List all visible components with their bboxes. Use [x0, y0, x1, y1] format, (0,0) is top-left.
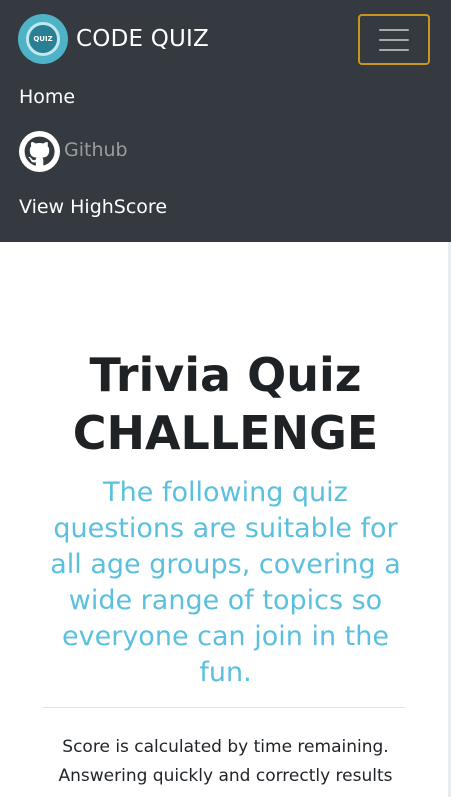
nav-link-highscore[interactable]: View HighScore [19, 196, 167, 218]
github-label: Github [64, 138, 128, 161]
github-icon [19, 131, 60, 172]
title-line-2: CHALLENGE [72, 406, 379, 460]
quiz-logo-icon: QUIZ [18, 14, 68, 64]
navbar: QUIZ CODE QUIZ Home Github View HighScor… [0, 0, 451, 242]
brand-title: CODE QUIZ [76, 26, 209, 52]
lead-text: The following quiz questions are suitabl… [50, 477, 401, 688]
description-text: Score is calculated by time remaining. A… [58, 737, 393, 786]
nav-link-github[interactable]: Github [19, 131, 128, 172]
logo-text: QUIZ [26, 22, 60, 56]
divider [42, 707, 405, 708]
title-line-1: Trivia Quiz [89, 348, 362, 402]
hamburger-icon-bar [379, 48, 409, 51]
brand[interactable]: QUIZ CODE QUIZ [18, 14, 209, 64]
hamburger-icon-bar [379, 38, 409, 41]
page-title: Trivia Quiz CHALLENGE [0, 346, 451, 462]
navbar-toggler-button[interactable] [358, 14, 430, 65]
nav-link-home[interactable]: Home [19, 86, 75, 108]
hamburger-icon [379, 28, 409, 31]
